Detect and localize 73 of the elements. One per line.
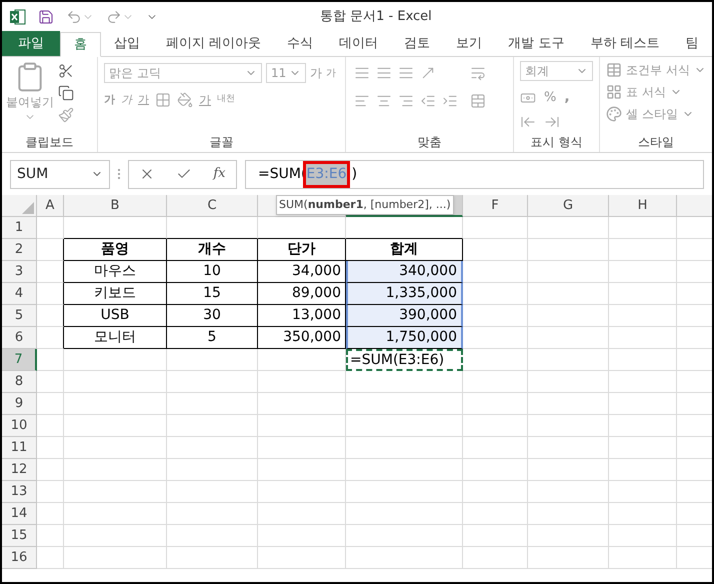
sheet-cell[interactable] <box>37 327 64 349</box>
table-cell: USB <box>64 305 167 327</box>
save-icon[interactable] <box>38 9 54 25</box>
ribbon-tab[interactable]: 개발 도구 <box>495 31 578 56</box>
ribbon-tab[interactable]: 부하 테스트 <box>577 31 672 56</box>
row-header[interactable]: 6 <box>2 327 37 349</box>
row-header[interactable]: 2 <box>2 239 37 261</box>
ribbon-tab[interactable]: 페이지 레이아웃 <box>153 31 274 56</box>
redo-icon[interactable] <box>106 9 122 25</box>
name-box[interactable]: SUM <box>10 160 110 188</box>
file-tab[interactable]: 파일 <box>2 31 60 56</box>
table-cell: 키보드 <box>64 283 167 305</box>
row-header[interactable]: 3 <box>2 261 37 283</box>
table-cell: 30 <box>167 305 258 327</box>
row-header[interactable]: 7 <box>2 349 37 371</box>
grid-icon <box>606 84 622 100</box>
sheet-cell[interactable] <box>37 239 64 261</box>
group-label: 스타일 <box>638 134 674 151</box>
column-header[interactable] <box>677 195 712 217</box>
undo-icon[interactable] <box>66 9 82 25</box>
ribbon-tab[interactable]: 팀 <box>672 31 712 56</box>
active-cell[interactable]: =SUM(E3:E6) <box>346 349 463 371</box>
select-all-corner[interactable] <box>2 195 37 217</box>
column-header[interactable]: A <box>37 195 64 217</box>
ribbon-tab[interactable]: 보기 <box>443 31 496 56</box>
ribbon-tab[interactable]: 검토 <box>391 31 444 56</box>
row-header[interactable]: 4 <box>2 283 37 305</box>
row-header[interactable]: 5 <box>2 305 37 327</box>
row-header[interactable]: 15 <box>2 525 37 547</box>
row-header[interactable]: 14 <box>2 503 37 525</box>
row-header[interactable]: 16 <box>2 547 37 569</box>
column-header[interactable]: H <box>609 195 677 217</box>
column-header[interactable]: B <box>64 195 167 217</box>
table-cell: 390,000 <box>346 305 463 327</box>
ribbon-tab[interactable]: 삽입 <box>101 31 153 56</box>
ribbon-tab[interactable]: 수식 <box>274 31 326 56</box>
ribbon-tab[interactable]: 데이터 <box>326 31 392 56</box>
window-title: 통합 문서1 - Excel <box>320 8 432 26</box>
column-header[interactable]: C <box>167 195 258 217</box>
palette-icon <box>606 106 622 122</box>
table-cell: 15 <box>167 283 258 305</box>
ribbon-tab[interactable]: 홈 <box>60 32 101 57</box>
table-cell: 개수 <box>167 239 258 261</box>
row-header[interactable]: 10 <box>2 415 37 437</box>
table-cell: 품영 <box>64 239 167 261</box>
table-cell: 10 <box>167 261 258 283</box>
column-header[interactable]: G <box>528 195 609 217</box>
group-label: 글꼴 <box>210 134 234 151</box>
table-cell: 마우스 <box>64 261 167 283</box>
row-header[interactable]: 13 <box>2 481 37 503</box>
corner-triangle-icon <box>22 202 34 214</box>
table-cell: 1,750,000 <box>346 327 463 349</box>
table-cell: 단가 <box>258 239 346 261</box>
group-label: 클립보드 <box>26 134 74 151</box>
group-label: 맞춤 <box>418 134 442 151</box>
table-cell: 모니터 <box>64 327 167 349</box>
function-tooltip: SUM(number1, [number2], ...) <box>276 195 454 215</box>
sheet-cell[interactable] <box>37 261 64 283</box>
insert-function-button[interactable]: fx <box>213 164 226 184</box>
group-label: 표시 형식 <box>530 134 582 151</box>
table-cell: 5 <box>167 327 258 349</box>
row-header[interactable]: 12 <box>2 459 37 481</box>
column-header[interactable]: F <box>463 195 528 217</box>
table-icon <box>606 62 622 78</box>
table-cell: 340,000 <box>346 261 463 283</box>
spreadsheet-app-icon[interactable] <box>10 9 26 25</box>
table-cell: 1,335,000 <box>346 283 463 305</box>
sheet-cell[interactable] <box>37 305 64 327</box>
row-header[interactable]: 9 <box>2 393 37 415</box>
sheet-cell[interactable] <box>37 283 64 305</box>
row-header[interactable]: 1 <box>2 217 37 239</box>
row-header[interactable]: 8 <box>2 371 37 393</box>
row-header[interactable]: 11 <box>2 437 37 459</box>
